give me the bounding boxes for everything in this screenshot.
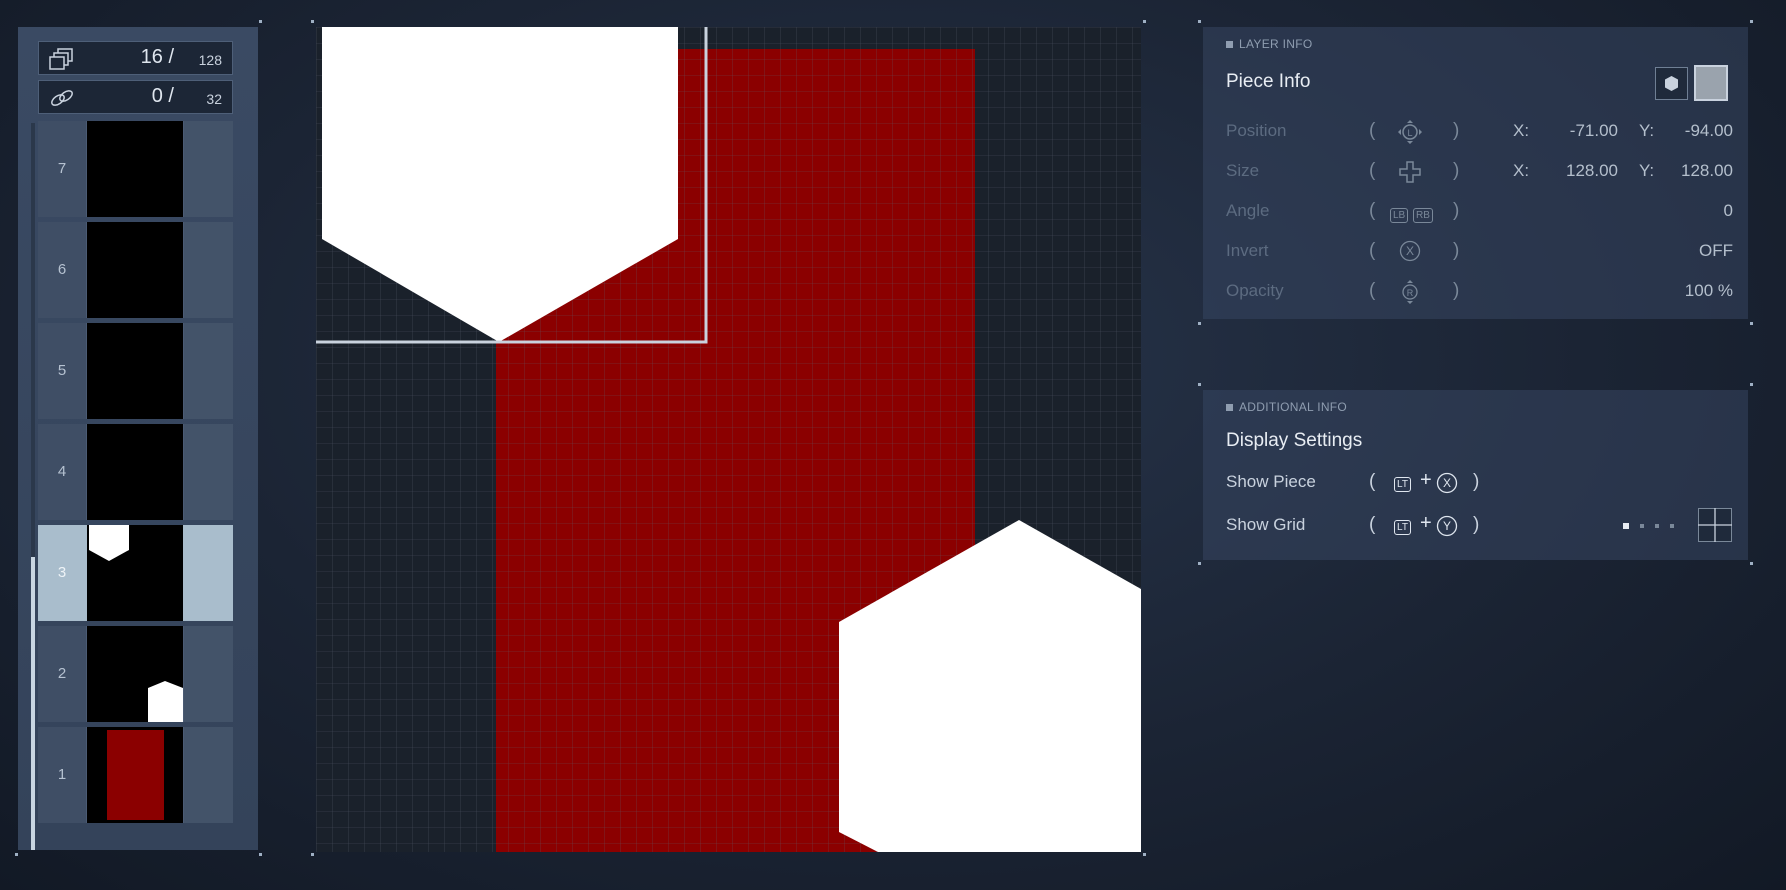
layer-number: 6 [38, 222, 86, 318]
layer-number: 7 [38, 121, 86, 217]
frame-corner [259, 20, 262, 23]
frame-corner [1198, 20, 1201, 23]
piece-info-title: Piece Info [1226, 71, 1311, 92]
layer-number: 5 [38, 323, 86, 419]
chain-link-icon [51, 90, 73, 106]
layer-panel: 16 / 128 0 / 32 7 6 5 4 3 2 1 [18, 27, 258, 850]
edit-canvas[interactable] [316, 27, 1141, 852]
svg-text:Y: Y [1443, 519, 1451, 533]
layer-item[interactable]: 4 [38, 424, 233, 520]
additional-info-panel: ADDITIONAL INFO Display Settings Show Pi… [1203, 390, 1748, 560]
left-stick-icon: L [1398, 120, 1422, 144]
white-hexagon-thumb [89, 525, 129, 561]
opacity-row[interactable]: Opacity ( R ) 100 % [1226, 277, 1733, 307]
layer-info-panel: LAYER INFO Piece Info Position ( L ) X: … [1203, 27, 1748, 319]
invert-value: OFF [1699, 241, 1733, 260]
layer-item[interactable]: 1 [38, 727, 233, 823]
square-bullet-icon [1226, 404, 1233, 411]
svg-text:R: R [1407, 288, 1414, 298]
piece-counter: 16 / 128 [38, 41, 233, 75]
opacity-label: Opacity [1226, 281, 1284, 300]
x-button-icon: X [1436, 472, 1458, 494]
layer-thumbnail [87, 323, 183, 419]
white-hexagon-thumb [148, 681, 183, 722]
y-button-icon: Y [1436, 515, 1458, 537]
show-grid-label: Show Grid [1226, 515, 1306, 534]
layer-thumbnail [87, 626, 183, 722]
invert-label: Invert [1226, 241, 1269, 260]
invert-row[interactable]: Invert ( X ) OFF [1226, 237, 1733, 267]
lt-button-icon: LT [1394, 520, 1411, 535]
layer-item[interactable]: 7 [38, 121, 233, 217]
dpad-icon [1399, 161, 1421, 183]
frame-corner [1143, 20, 1146, 23]
layer-scrollbar-thumb[interactable] [31, 557, 35, 850]
x-button-icon: X [1399, 240, 1421, 262]
frame-corner [1750, 383, 1753, 386]
color-swatch[interactable] [1694, 65, 1728, 101]
layer-number: 3 [38, 525, 86, 621]
layer-thumbnail [87, 121, 183, 217]
size-y-value: 128.00 [1681, 161, 1733, 180]
svg-text:L: L [1407, 128, 1412, 138]
display-settings-title: Display Settings [1226, 430, 1363, 451]
position-label: Position [1226, 121, 1287, 140]
frame-corner [15, 853, 18, 856]
frame-corner [1198, 562, 1201, 565]
layers-stack-icon [49, 48, 73, 70]
show-grid-row[interactable]: Show Grid ( LT + Y ) [1226, 508, 1732, 542]
frame-corner [311, 853, 314, 856]
lt-button-icon: LT [1394, 477, 1411, 492]
layer-item-selected[interactable]: 3 [38, 525, 233, 621]
position-x-value: -71.00 [1569, 121, 1618, 140]
size-label: Size [1226, 161, 1260, 180]
frame-corner [1750, 322, 1753, 325]
frame-corner [1198, 383, 1201, 386]
layer-thumbnail [87, 222, 183, 318]
frame-corner [1750, 20, 1753, 23]
layer-thumbnail [87, 727, 183, 823]
lb-button-icon: LB [1390, 208, 1409, 223]
size-x-value: 128.00 [1566, 161, 1618, 180]
right-stick-icon: R [1402, 280, 1418, 304]
rb-button-icon: RB [1412, 208, 1433, 223]
hexagon-shape-icon[interactable] [1655, 67, 1688, 100]
frame-corner [1198, 322, 1201, 325]
frame-corner [1143, 853, 1146, 856]
red-rectangle-thumb [107, 730, 164, 820]
link-max: 32 [206, 91, 222, 107]
link-counter: 0 / 32 [38, 80, 233, 114]
grid-toggle-icon[interactable] [1698, 508, 1732, 542]
show-piece-label: Show Piece [1226, 472, 1316, 491]
piece-count: 16 / [140, 46, 174, 68]
frame-corner [259, 853, 262, 856]
grid-size-selector[interactable] [1623, 521, 1677, 531]
position-y-value: -94.00 [1684, 121, 1733, 140]
layer-item[interactable]: 2 [38, 626, 233, 722]
frame-corner [311, 20, 314, 23]
layer-item[interactable]: 6 [38, 222, 233, 318]
svg-text:X: X [1406, 244, 1414, 258]
layer-info-header: LAYER INFO [1239, 37, 1313, 51]
layer-item[interactable]: 5 [38, 323, 233, 419]
svg-text:X: X [1443, 476, 1451, 490]
canvas-art [316, 27, 1141, 852]
show-piece-row[interactable]: Show Piece ( LT + X ) [1226, 468, 1731, 498]
additional-info-header: ADDITIONAL INFO [1239, 400, 1348, 414]
size-row[interactable]: Size ( ) X: 128.00 Y: 128.00 [1226, 157, 1733, 187]
position-row[interactable]: Position ( L ) X: -71.00 Y: -94.00 [1226, 117, 1733, 147]
layer-number: 4 [38, 424, 86, 520]
frame-corner [1750, 562, 1753, 565]
angle-value: 0 [1723, 201, 1733, 220]
angle-label: Angle [1226, 201, 1270, 220]
square-bullet-icon [1226, 41, 1233, 48]
layer-thumbnail [87, 525, 183, 621]
layer-number: 2 [38, 626, 86, 722]
layer-thumbnail [87, 424, 183, 520]
link-count: 0 / [151, 85, 174, 107]
layer-number: 1 [38, 727, 86, 823]
piece-max: 128 [198, 52, 222, 68]
opacity-value: 100 % [1684, 281, 1733, 300]
angle-row[interactable]: Angle ( LB RB ) 0 [1226, 197, 1733, 227]
